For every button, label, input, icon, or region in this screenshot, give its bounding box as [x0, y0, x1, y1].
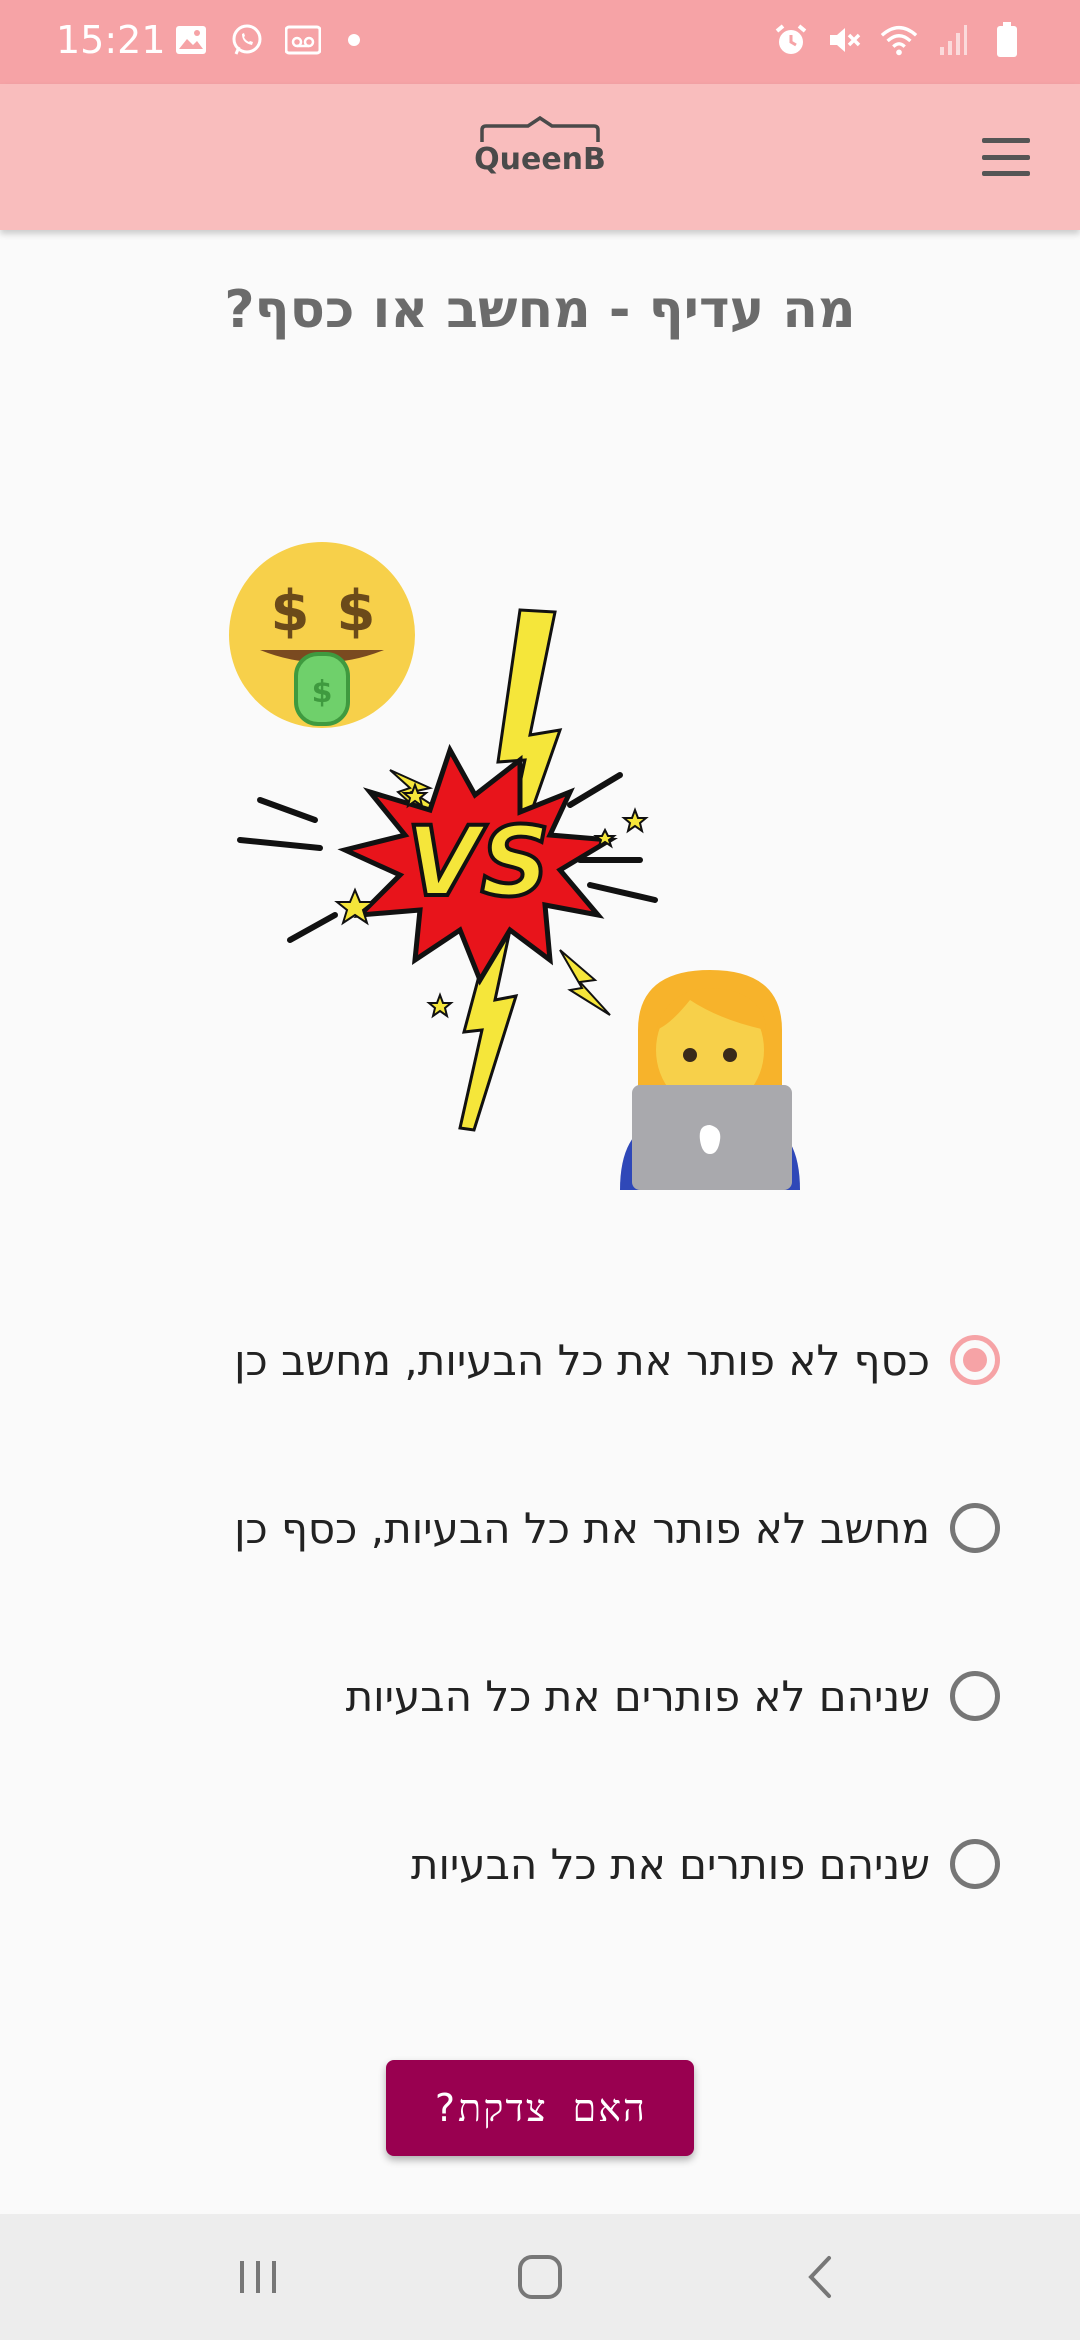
status-left-icons — [172, 20, 360, 60]
mute-icon — [826, 20, 864, 60]
vs-illustration: $ $ $ VS — [220, 530, 820, 1190]
vs-text: VS — [406, 806, 549, 918]
status-time: 15:21 — [56, 18, 166, 62]
radio-button[interactable] — [950, 1503, 1000, 1553]
option-3[interactable]: שניהם לא פותרים את כל הבעיות — [346, 1656, 1000, 1736]
queenb-logo: QueenB — [470, 112, 610, 192]
check-answer-button[interactable]: האם צדקת? — [386, 2060, 694, 2156]
status-right-icons — [772, 20, 1026, 60]
radio-button[interactable] — [950, 1839, 1000, 1889]
hamburger-menu-icon[interactable] — [978, 132, 1034, 182]
option-2[interactable]: מחשב לא פותר את כל הבעיות, כסף כן — [234, 1488, 1000, 1568]
image-icon — [172, 20, 210, 60]
radio-button-selected[interactable] — [950, 1335, 1000, 1385]
battery-icon — [988, 20, 1026, 60]
option-label: שניהם פותרים את כל הבעיות — [410, 1839, 930, 1889]
option-label: שניהם לא פותרים את כל הבעיות — [345, 1671, 930, 1721]
logo-text: QueenB — [474, 142, 606, 177]
recent-apps-icon[interactable] — [218, 2244, 298, 2310]
wifi-icon — [880, 20, 918, 60]
option-label: מחשב לא פותר את כל הבעיות, כסף כן — [234, 1503, 930, 1553]
status-bar: 15:21 — [0, 0, 1080, 84]
notification-dot-icon — [348, 34, 360, 46]
alarm-icon — [772, 20, 810, 60]
page-title: מה עדיף - מחשב או כסף? — [224, 280, 856, 340]
whatsapp-icon — [228, 20, 266, 60]
svg-text:$: $ — [337, 579, 376, 644]
app-bar: QueenB — [0, 84, 1080, 230]
back-icon[interactable] — [780, 2244, 860, 2310]
option-4[interactable]: שניהם פותרים את כל הבעיות — [411, 1824, 1000, 1904]
radio-button[interactable] — [950, 1671, 1000, 1721]
woman-technologist-icon — [620, 970, 800, 1190]
option-label: כסף לא פותר את כל הבעיות, מחשב כן — [234, 1335, 930, 1385]
money-mouth-face-icon: $ $ $ — [229, 542, 415, 728]
svg-text:$: $ — [312, 675, 333, 710]
option-1[interactable]: כסף לא פותר את כל הבעיות, מחשב כן — [234, 1320, 1000, 1400]
vs-burst-icon: VS — [237, 743, 658, 1019]
svg-text:$: $ — [271, 579, 310, 644]
signal-icon — [934, 20, 972, 60]
system-nav-bar — [0, 2214, 1080, 2340]
voicemail-icon — [284, 20, 322, 60]
home-icon[interactable] — [500, 2244, 580, 2310]
